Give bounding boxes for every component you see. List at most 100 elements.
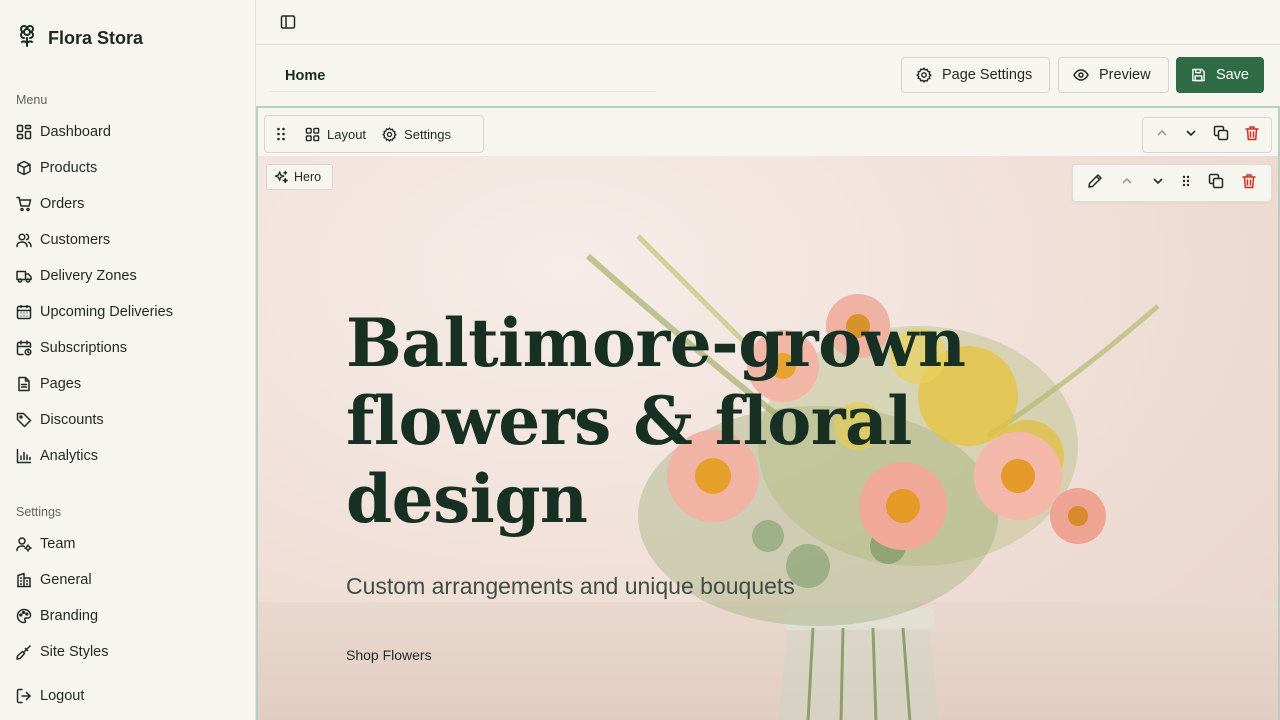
sidebar-item-label: Pages: [40, 376, 82, 392]
eye-icon: [1073, 69, 1089, 81]
section-settings-label: Settings: [404, 126, 452, 142]
pencil-icon: [1088, 173, 1103, 188]
hero-tag-label: Hero: [294, 170, 322, 184]
truck-icon: [16, 270, 32, 283]
page-toolbar: Home Page Settings Preview Save: [256, 45, 1280, 105]
cart-icon: [16, 196, 32, 212]
block-move-up-button[interactable]: [1120, 174, 1134, 193]
section-actions: [1142, 117, 1272, 153]
chevron-down-icon: [1186, 130, 1195, 136]
chevron-up-icon: [1157, 129, 1166, 135]
sidebar-item-label: Analytics: [40, 448, 99, 464]
hero-block-tag[interactable]: Hero: [266, 164, 333, 190]
sidebar-item-site-styles[interactable]: Site Styles: [16, 634, 240, 670]
topbar: [256, 0, 1280, 45]
sidebar-item-label: Branding: [40, 608, 99, 624]
sidebar-toggle-button[interactable]: [278, 12, 298, 32]
hero-subtitle: Custom arrangements and unique bouquets: [346, 573, 795, 599]
sidebar-item-label: Orders: [40, 196, 85, 212]
flower-icon: [16, 24, 38, 53]
section-layout-button[interactable]: Layout: [297, 116, 374, 152]
sidebar-item-branding[interactable]: Branding: [16, 598, 240, 634]
copy-icon: [1213, 125, 1228, 140]
grip-icon: [277, 127, 285, 141]
menu-section-label: Menu: [16, 93, 48, 107]
chevron-down-icon: [1153, 178, 1162, 184]
bar-chart-icon: [16, 448, 32, 464]
save-label: Save: [1215, 67, 1249, 83]
user-cog-icon: [16, 537, 32, 552]
sidebar-item-analytics[interactable]: Analytics: [16, 438, 240, 474]
sidebar-item-customers[interactable]: Customers: [16, 222, 240, 258]
logout-nav: Logout: [16, 678, 240, 714]
sidebar-item-label: Discounts: [40, 412, 104, 428]
sidebar-item-products[interactable]: Products: [16, 150, 240, 186]
hero-section[interactable]: Hero Baltimore-grown flowers & floral de…: [258, 156, 1278, 720]
sidebar-item-label: Upcoming Deliveries: [40, 304, 173, 320]
calendar-icon: [16, 305, 32, 320]
tag-icon: [16, 412, 32, 428]
hero-title-line: design: [346, 460, 588, 538]
panel-left-icon: [280, 15, 296, 29]
sidebar-item-label: Subscriptions: [40, 340, 128, 356]
editor-canvas: Layout Settings Hero Baltimore-grown flo…: [256, 106, 1280, 720]
preview-button[interactable]: Preview: [1058, 57, 1169, 93]
logout-icon: [16, 688, 31, 704]
move-down-button[interactable]: [1184, 126, 1198, 145]
duplicate-button[interactable]: [1213, 125, 1229, 146]
page-name-field[interactable]: Home: [270, 60, 656, 92]
sidebar-item-dashboard[interactable]: Dashboard: [16, 114, 240, 150]
sidebar: Flora Stora Menu Dashboard Products Orde…: [0, 0, 256, 720]
section-drag-handle[interactable]: [265, 126, 297, 142]
gear-icon: [382, 126, 397, 142]
package-icon: [17, 160, 31, 176]
section-toolbar: Layout Settings: [264, 115, 484, 153]
delete-section-button[interactable]: [1244, 125, 1260, 146]
palette-icon: [16, 608, 32, 624]
brand-name: Flora Stora: [48, 27, 144, 48]
sidebar-item-label: Delivery Zones: [40, 268, 137, 284]
layout-grid-icon: [305, 127, 320, 141]
copy-icon: [1208, 173, 1224, 188]
sidebar-item-general[interactable]: General: [16, 562, 240, 598]
sidebar-item-pages[interactable]: Pages: [16, 366, 240, 402]
sidebar-item-orders[interactable]: Orders: [16, 186, 240, 222]
sidebar-item-team[interactable]: Team: [16, 526, 240, 562]
users-icon: [16, 233, 32, 248]
block-move-down-button[interactable]: [1151, 174, 1165, 193]
block-drag-handle[interactable]: [1181, 173, 1191, 194]
block-actions: [1072, 164, 1272, 202]
chevron-up-icon: [1122, 177, 1132, 183]
calendar-refresh-icon: [16, 340, 32, 356]
section-settings-button[interactable]: Settings: [374, 116, 459, 152]
block-duplicate-button[interactable]: [1208, 173, 1224, 194]
shop-flowers-link[interactable]: Shop Flowers: [346, 647, 432, 663]
sidebar-item-label: Products: [40, 160, 98, 176]
layout-grid-icon: [16, 124, 32, 140]
sidebar-item-label: Customers: [40, 232, 111, 248]
sidebar-item-upcoming-deliveries[interactable]: Upcoming Deliveries: [16, 294, 240, 330]
sidebar-item-subscriptions[interactable]: Subscriptions: [16, 330, 240, 366]
hero-title-line: Baltimore-grown: [346, 304, 966, 382]
trash-icon: [1244, 125, 1259, 140]
brand[interactable]: Flora Stora: [16, 24, 143, 52]
document-icon: [18, 376, 30, 392]
sidebar-item-delivery-zones[interactable]: Delivery Zones: [16, 258, 240, 294]
save-icon: [1192, 68, 1205, 82]
save-button[interactable]: Save: [1176, 57, 1264, 93]
block-delete-button[interactable]: [1241, 173, 1257, 194]
brush-icon: [16, 644, 32, 660]
main-nav: Dashboard Products Orders Customers Deli…: [16, 114, 240, 474]
logout-label: Logout: [40, 688, 85, 704]
page-settings-label: Page Settings: [942, 67, 1033, 83]
sidebar-item-discounts[interactable]: Discounts: [16, 402, 240, 438]
sparkles-icon: [274, 170, 288, 183]
edit-block-button[interactable]: [1087, 173, 1103, 194]
page-settings-button[interactable]: Page Settings: [901, 57, 1050, 93]
settings-section-label: Settings: [16, 505, 62, 519]
move-up-button[interactable]: [1155, 126, 1169, 145]
logout-button[interactable]: Logout: [16, 678, 240, 714]
sidebar-item-label: Team: [40, 536, 76, 552]
sidebar-item-label: General: [40, 572, 92, 588]
gear-icon: [916, 67, 932, 83]
